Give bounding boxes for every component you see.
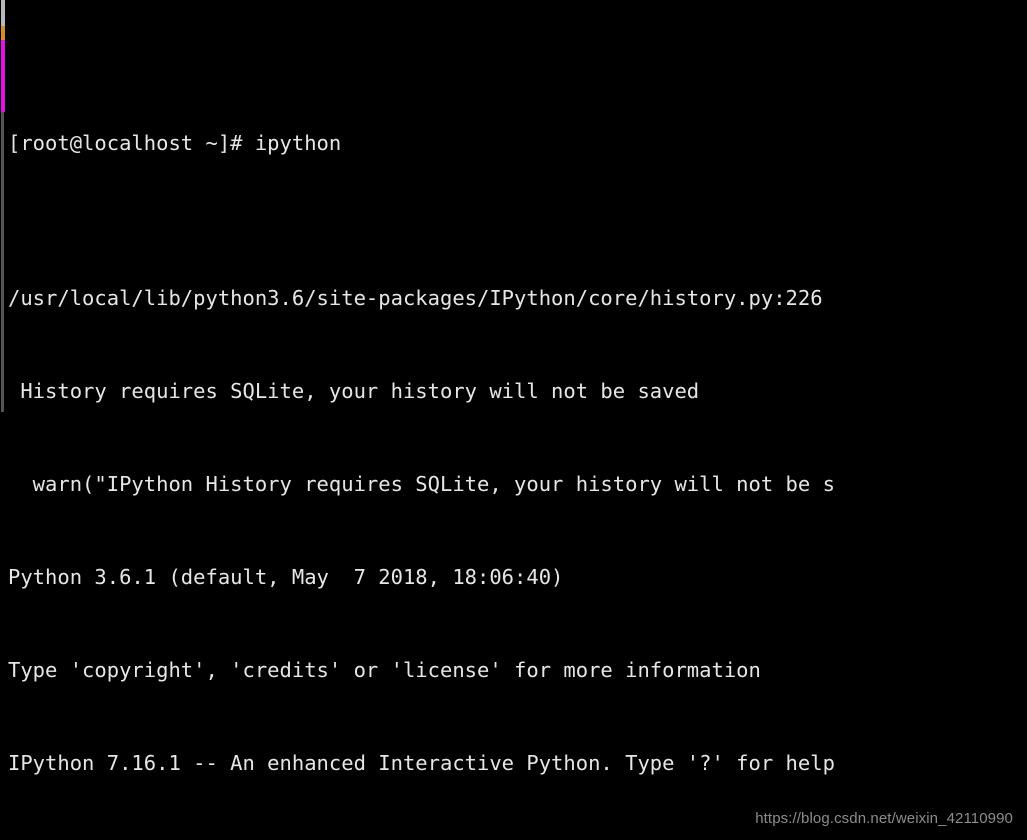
- terminal-window[interactable]: [root@localhost ~]# ipython /usr/local/l…: [0, 0, 1027, 840]
- scrollbar-segment-gray: [1, 0, 5, 26]
- banner-warning-call: warn("IPython History requires SQLite, y…: [8, 472, 835, 496]
- banner-warning-path: /usr/local/lib/python3.6/site-packages/I…: [8, 286, 823, 310]
- banner-ipython-version: IPython 7.16.1 -- An enhanced Interactiv…: [8, 751, 835, 775]
- shell-command: ipython: [254, 131, 342, 155]
- watermark-url: https://blog.csdn.net/weixin_42110990: [755, 810, 1013, 827]
- banner-type-help: Type 'copyright', 'credits' or 'license'…: [8, 658, 761, 682]
- terminal-output-area[interactable]: [root@localhost ~]# ipython /usr/local/l…: [0, 0, 1027, 840]
- scrollbar-segment-orange: [1, 26, 5, 40]
- scrollbar-track: [1, 112, 4, 412]
- scrollbar-segment-magenta: [1, 40, 5, 112]
- shell-prompt: [root@localhost ~]#: [8, 131, 255, 155]
- window-edge-scrollbar-artifact[interactable]: [1, 0, 5, 840]
- banner-warning-text: History requires SQLite, your history wi…: [8, 379, 700, 403]
- shell-prompt-line: [root@localhost ~]# ipython: [8, 128, 1027, 159]
- banner-python-version: Python 3.6.1 (default, May 7 2018, 18:06…: [8, 565, 564, 589]
